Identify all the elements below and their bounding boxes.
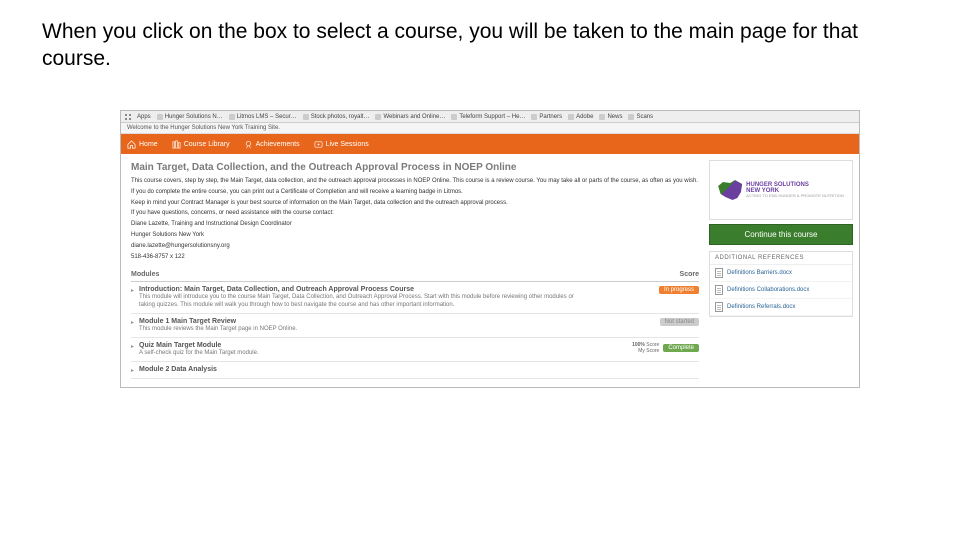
apps-grid-icon xyxy=(125,114,131,120)
course-title: Main Target, Data Collection, and the Ou… xyxy=(131,162,699,173)
document-icon xyxy=(715,268,723,278)
browser-bookmark-bar: Apps Hunger Solutions N… Litmos LMS – Se… xyxy=(121,111,859,123)
bookmark-item[interactable]: News xyxy=(599,114,622,120)
module-row[interactable]: ▸ Module 1 Main Target Review This modul… xyxy=(131,314,699,338)
nav-label: Achievements xyxy=(256,141,300,148)
bookmark-item[interactable]: Teleform Support – He… xyxy=(451,114,525,120)
reference-link[interactable]: Definitions Barriers.docx xyxy=(710,265,852,282)
live-icon xyxy=(314,140,323,149)
status-badge: In progress xyxy=(659,286,699,294)
bookmark-favicon-icon xyxy=(628,114,634,120)
nav-label: Home xyxy=(139,141,158,148)
bookmark-favicon-icon xyxy=(568,114,574,120)
ny-state-icon xyxy=(718,180,742,200)
bookmark-favicon-icon xyxy=(375,114,381,120)
chevron-right-icon: ▸ xyxy=(131,367,134,374)
nav-home[interactable]: Home xyxy=(127,140,158,149)
bookmark-item[interactable]: Partners xyxy=(531,114,562,120)
achievements-icon xyxy=(244,140,253,149)
main-nav: Home Course Library Achievements Live Se… xyxy=(121,134,859,154)
module-title: Module 2 Data Analysis xyxy=(139,366,579,373)
reference-link[interactable]: Definitions Collaborations.docx xyxy=(710,282,852,299)
main-content: Main Target, Data Collection, and the Ou… xyxy=(121,154,709,387)
bookmark-item[interactable]: Scans xyxy=(628,114,653,120)
nav-course-library[interactable]: Course Library xyxy=(172,140,230,149)
modules-header: Modules Score xyxy=(131,271,699,282)
nav-achievements[interactable]: Achievements xyxy=(244,140,300,149)
welcome-bar: Welcome to the Hunger Solutions New York… xyxy=(121,123,859,134)
chevron-right-icon: ▸ xyxy=(131,287,134,294)
course-description: This course covers, step by step, the Ma… xyxy=(131,178,699,261)
library-icon xyxy=(172,140,181,149)
status-badge: Not started xyxy=(660,318,699,326)
sidebar: HUNGER SOLUTIONSNEW YORK ACTING TO END H… xyxy=(709,154,859,387)
module-title: Module 1 Main Target Review xyxy=(139,318,579,325)
module-row[interactable]: ▸ Module 2 Data Analysis xyxy=(131,362,699,379)
document-icon xyxy=(715,302,723,312)
reference-link[interactable]: Definitions Referrals.docx xyxy=(710,299,852,316)
score-block: 100% Score My Score xyxy=(632,342,659,354)
bookmark-favicon-icon xyxy=(599,114,605,120)
bookmark-favicon-icon xyxy=(531,114,537,120)
bookmark-item[interactable]: Litmos LMS – Secur… xyxy=(229,114,297,120)
module-subtitle: This module will introduce you to the co… xyxy=(139,294,579,308)
module-title: Introduction: Main Target, Data Collecti… xyxy=(139,286,579,293)
bookmark-item[interactable]: Webinars and Online… xyxy=(375,114,445,120)
lms-screenshot: Apps Hunger Solutions N… Litmos LMS – Se… xyxy=(120,110,860,388)
brand-logo-card: HUNGER SOLUTIONSNEW YORK ACTING TO END H… xyxy=(709,160,853,220)
module-subtitle: This module reviews the Main Target page… xyxy=(139,326,579,333)
bookmark-favicon-icon xyxy=(229,114,235,120)
module-title: Quiz Main Target Module xyxy=(139,342,579,349)
nav-label: Live Sessions xyxy=(326,141,369,148)
additional-references: ADDITIONAL REFERENCES Definitions Barrie… xyxy=(709,251,853,317)
bookmark-favicon-icon xyxy=(451,114,457,120)
module-row[interactable]: ▸ Quiz Main Target Module A self-check q… xyxy=(131,338,699,362)
nav-live-sessions[interactable]: Live Sessions xyxy=(314,140,369,149)
bookmark-favicon-icon xyxy=(303,114,309,120)
bookmark-favicon-icon xyxy=(157,114,163,120)
references-header: ADDITIONAL REFERENCES xyxy=(710,252,852,265)
instruction-text: When you click on the box to select a co… xyxy=(42,18,900,73)
module-subtitle: A self-check quiz for the Main Target mo… xyxy=(139,350,579,357)
nav-label: Course Library xyxy=(184,141,230,148)
bookmark-apps[interactable]: Apps xyxy=(137,114,151,120)
home-icon xyxy=(127,140,136,149)
document-icon xyxy=(715,285,723,295)
continue-course-button[interactable]: Continue this course xyxy=(709,224,853,245)
bookmark-item[interactable]: Adobe xyxy=(568,114,593,120)
bookmark-item[interactable]: Hunger Solutions N… xyxy=(157,114,223,120)
module-row[interactable]: ▸ Introduction: Main Target, Data Collec… xyxy=(131,282,699,313)
chevron-right-icon: ▸ xyxy=(131,319,134,326)
status-badge: Complete xyxy=(663,344,699,352)
bookmark-item[interactable]: Stock photos, royalt… xyxy=(303,114,370,120)
chevron-right-icon: ▸ xyxy=(131,343,134,350)
